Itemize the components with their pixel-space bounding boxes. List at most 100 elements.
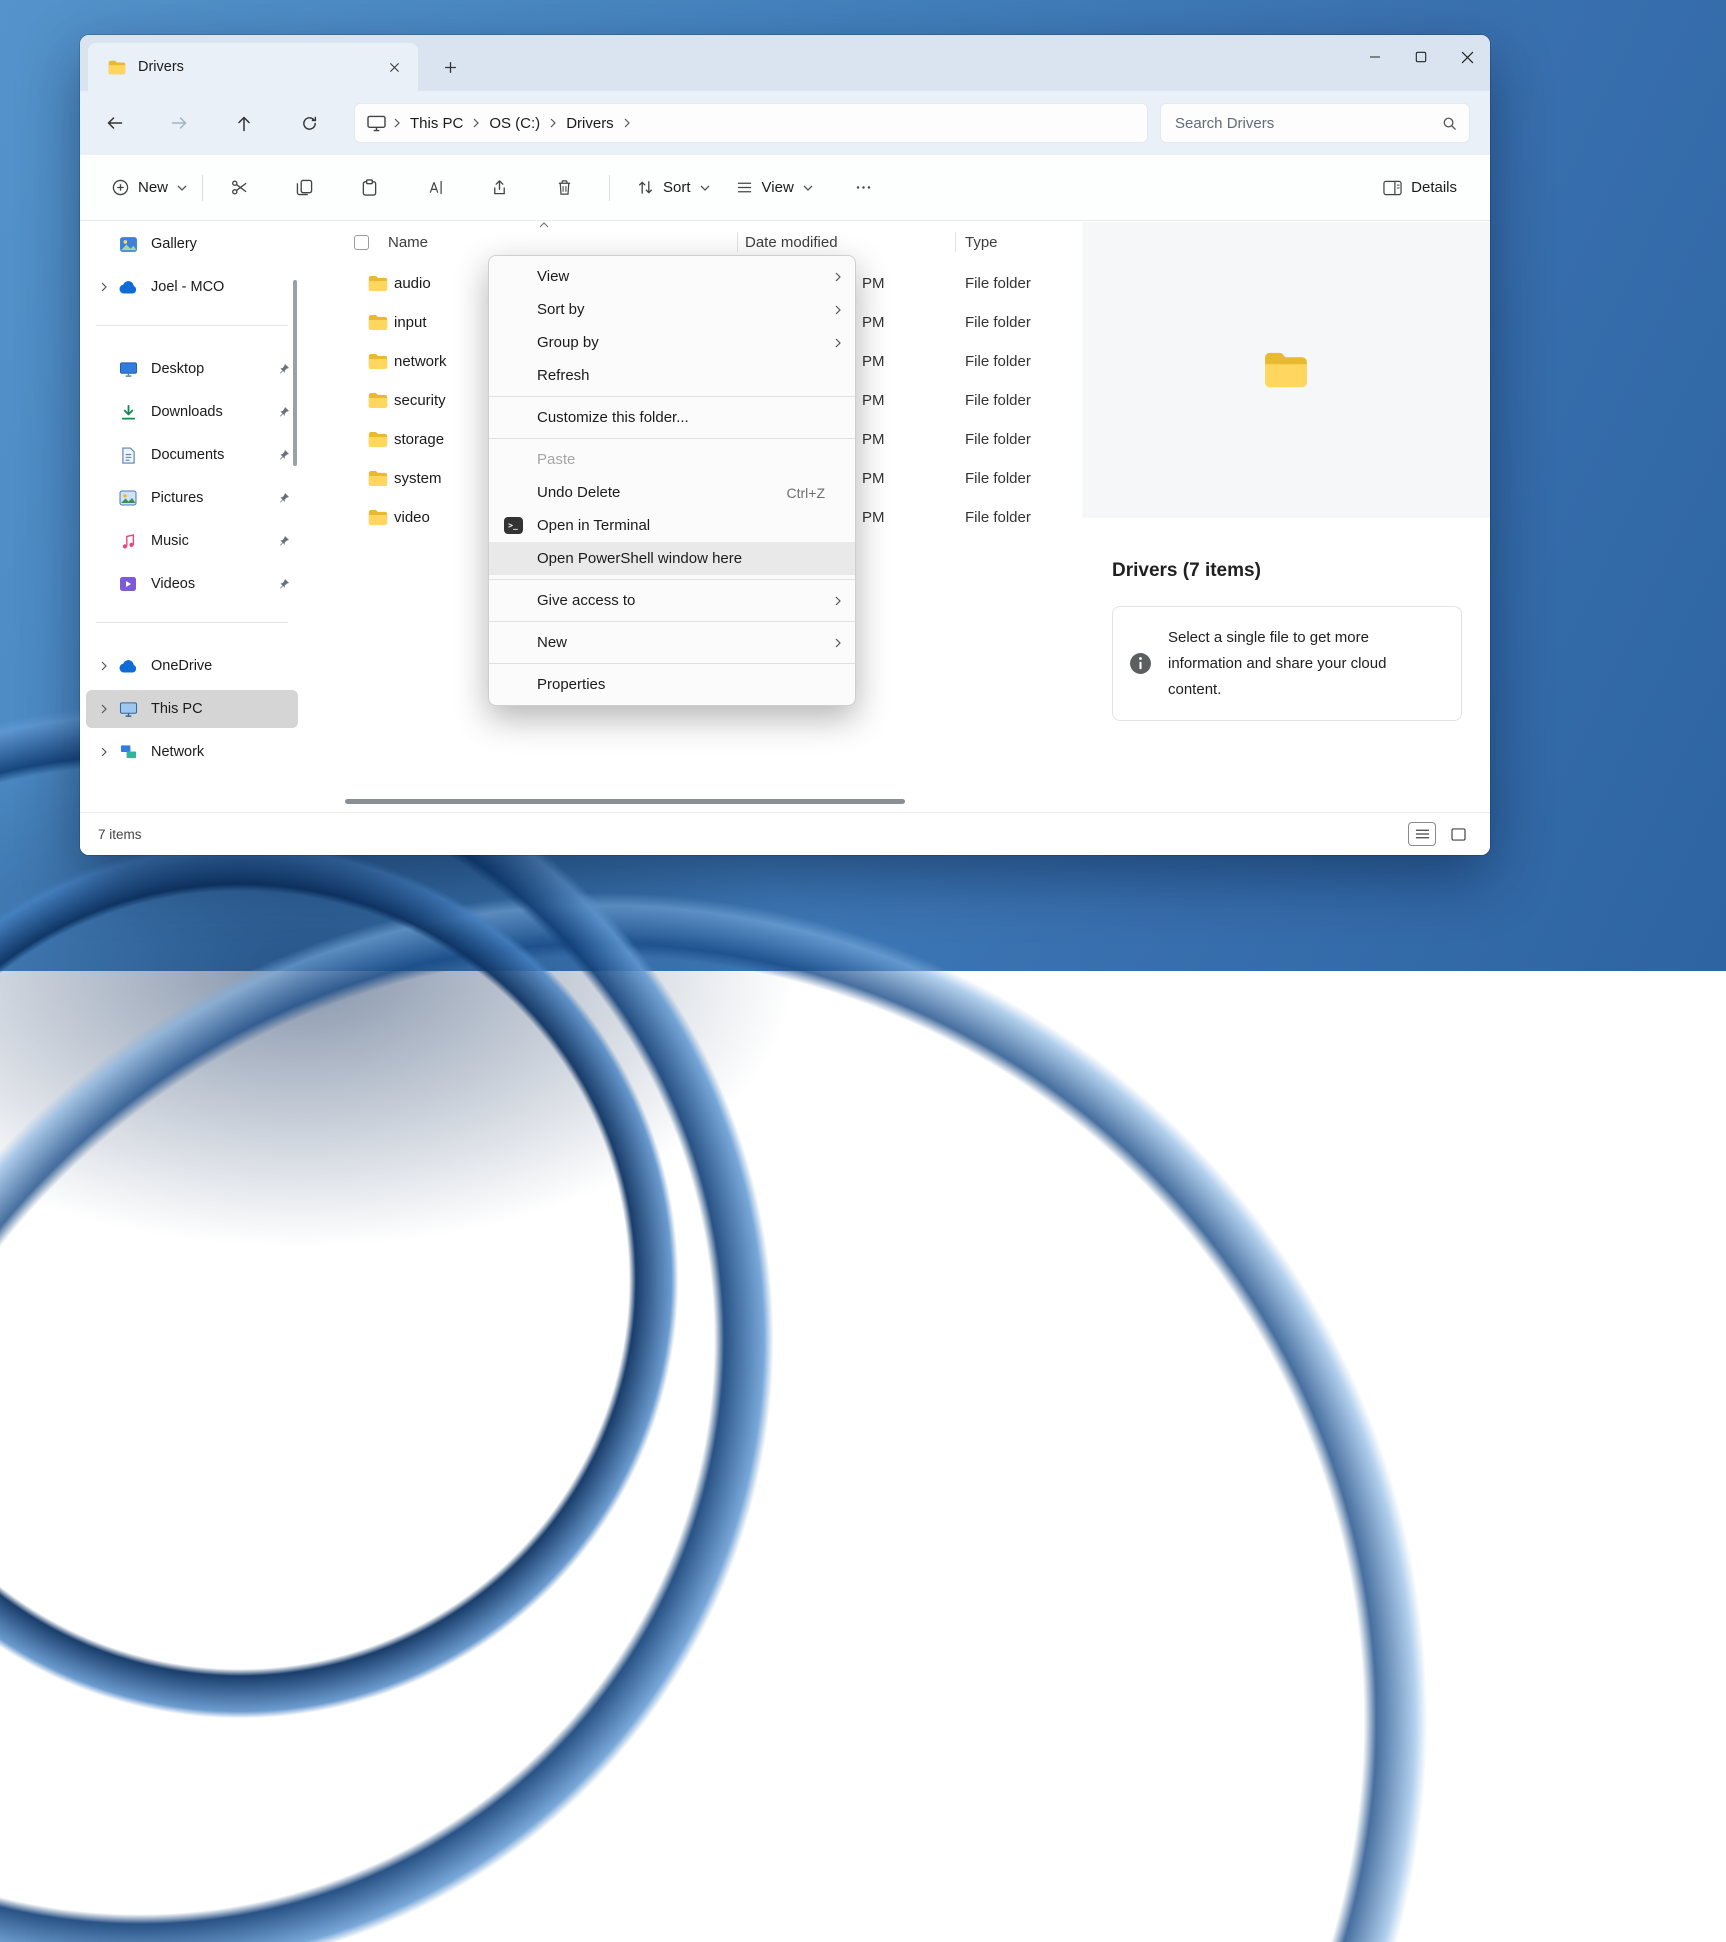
tab-close-button[interactable] bbox=[380, 53, 408, 81]
sidebar-item-pictures[interactable]: Pictures bbox=[86, 479, 298, 517]
chevron-right-icon[interactable] bbox=[624, 118, 630, 128]
file-date-modified: PM bbox=[862, 275, 885, 292]
up-button[interactable] bbox=[224, 103, 264, 143]
breadcrumb-this-pc[interactable]: This PC bbox=[404, 115, 469, 132]
cut-button[interactable] bbox=[217, 169, 261, 207]
view-button[interactable]: View bbox=[723, 169, 826, 207]
pin-icon bbox=[276, 578, 292, 590]
menu-item-undo-delete[interactable]: Undo Delete Ctrl+Z bbox=[489, 476, 855, 509]
submenu-chevron-icon bbox=[835, 272, 841, 282]
refresh-button[interactable] bbox=[289, 103, 329, 143]
info-icon bbox=[1129, 652, 1152, 675]
file-date-modified: PM bbox=[862, 392, 885, 409]
menu-item-properties[interactable]: Properties bbox=[489, 668, 855, 701]
sidebar-item-music[interactable]: Music bbox=[86, 522, 298, 560]
menu-item-view[interactable]: View bbox=[489, 260, 855, 293]
sidebar-item-network[interactable]: Network bbox=[86, 733, 298, 771]
chevron-right-icon[interactable] bbox=[473, 118, 479, 128]
select-all-checkbox[interactable] bbox=[354, 235, 369, 250]
menu-item-open-in-terminal[interactable]: >_ Open in Terminal bbox=[489, 509, 855, 542]
file-name: storage bbox=[394, 431, 444, 448]
menu-item-open-powershell-window-here[interactable]: Open PowerShell window here bbox=[489, 542, 855, 575]
column-header-date-modified[interactable]: Date modified bbox=[745, 234, 838, 251]
preview-info-box: Select a single file to get more informa… bbox=[1112, 606, 1462, 721]
pictures-icon bbox=[116, 490, 140, 506]
chevron-right-icon[interactable] bbox=[92, 747, 116, 757]
column-header-name[interactable]: Name bbox=[388, 234, 428, 251]
new-tab-button[interactable] bbox=[436, 53, 464, 81]
sidebar-item-videos[interactable]: Videos bbox=[86, 565, 298, 603]
sidebar-item-downloads[interactable]: Downloads bbox=[86, 393, 298, 431]
search-box[interactable] bbox=[1160, 103, 1470, 143]
copy-button[interactable] bbox=[282, 169, 326, 207]
file-type: File folder bbox=[965, 509, 1031, 526]
folder-icon bbox=[368, 275, 388, 292]
back-button[interactable] bbox=[94, 103, 134, 143]
file-type: File folder bbox=[965, 470, 1031, 487]
menu-item-customize-this-folder[interactable]: Customize this folder... bbox=[489, 401, 855, 434]
toolbar-divider bbox=[609, 175, 610, 201]
onedrive-cloud-icon bbox=[116, 659, 140, 673]
details-pane: Drivers (7 items) Select a single file t… bbox=[1082, 222, 1490, 812]
maximize-button[interactable] bbox=[1398, 35, 1444, 79]
breadcrumb-os-c[interactable]: OS (C:) bbox=[483, 115, 546, 132]
file-type: File folder bbox=[965, 431, 1031, 448]
menu-item-group-by[interactable]: Group by bbox=[489, 326, 855, 359]
more-options-button[interactable] bbox=[842, 169, 886, 207]
minimize-button[interactable] bbox=[1352, 35, 1398, 79]
breadcrumb-drivers[interactable]: Drivers bbox=[560, 115, 620, 132]
column-divider[interactable] bbox=[955, 232, 956, 252]
close-button[interactable] bbox=[1444, 35, 1490, 79]
menu-item-new[interactable]: New bbox=[489, 626, 855, 659]
sort-button[interactable]: Sort bbox=[624, 169, 723, 207]
tab-drivers[interactable]: Drivers bbox=[88, 43, 418, 91]
file-type: File folder bbox=[965, 392, 1031, 409]
search-icon[interactable] bbox=[1442, 116, 1457, 131]
sidebar-item-gallery[interactable]: Gallery bbox=[86, 225, 298, 263]
details-view-toggle[interactable] bbox=[1408, 822, 1436, 846]
new-button[interactable]: New bbox=[99, 169, 200, 207]
menu-item-give-access-to[interactable]: Give access to bbox=[489, 584, 855, 617]
preview-info-text: Select a single file to get more informa… bbox=[1168, 625, 1441, 702]
large-thumbnails-view-toggle[interactable] bbox=[1444, 822, 1472, 846]
folder-icon bbox=[368, 509, 388, 526]
titlebar: Drivers bbox=[80, 35, 1490, 91]
file-name: security bbox=[394, 392, 446, 409]
preview-thumbnail-area bbox=[1082, 222, 1490, 518]
folder-icon bbox=[108, 60, 126, 75]
sidebar-item-joel-mco[interactable]: Joel - MCO bbox=[86, 268, 298, 306]
rename-button[interactable] bbox=[412, 169, 456, 207]
menu-item-refresh[interactable]: Refresh bbox=[489, 359, 855, 392]
column-divider[interactable] bbox=[737, 232, 738, 252]
delete-button[interactable] bbox=[542, 169, 586, 207]
horizontal-scrollbar[interactable] bbox=[345, 799, 905, 804]
menu-item-sort-by[interactable]: Sort by bbox=[489, 293, 855, 326]
folder-icon bbox=[368, 314, 388, 331]
search-input[interactable] bbox=[1175, 115, 1442, 132]
sidebar-divider bbox=[96, 622, 288, 623]
file-date-modified: PM bbox=[862, 509, 885, 526]
column-header-type[interactable]: Type bbox=[965, 234, 998, 251]
sidebar-item-desktop[interactable]: Desktop bbox=[86, 350, 298, 388]
share-button[interactable] bbox=[477, 169, 521, 207]
sidebar-item-this-pc[interactable]: This PC bbox=[86, 690, 298, 728]
folder-icon bbox=[368, 431, 388, 448]
pin-icon bbox=[276, 492, 292, 504]
sidebar-scrollbar[interactable] bbox=[293, 280, 297, 466]
keyboard-shortcut: Ctrl+Z bbox=[787, 485, 826, 501]
chevron-right-icon[interactable] bbox=[92, 661, 116, 671]
sidebar-item-documents[interactable]: Documents bbox=[86, 436, 298, 474]
chevron-right-icon[interactable] bbox=[92, 282, 116, 292]
downloads-icon bbox=[116, 404, 140, 421]
forward-button[interactable] bbox=[159, 103, 199, 143]
sidebar-item-label: This PC bbox=[151, 701, 292, 717]
paste-button[interactable] bbox=[347, 169, 391, 207]
sidebar-item-label: Documents bbox=[151, 447, 276, 463]
file-type: File folder bbox=[965, 275, 1031, 292]
sidebar-item-onedrive[interactable]: OneDrive bbox=[86, 647, 298, 685]
folder-icon bbox=[1263, 351, 1309, 389]
details-button[interactable]: Details bbox=[1370, 169, 1470, 207]
breadcrumb[interactable]: This PC OS (C:) Drivers bbox=[354, 103, 1148, 143]
chevron-right-icon[interactable] bbox=[92, 704, 116, 714]
chevron-right-icon[interactable] bbox=[550, 118, 556, 128]
